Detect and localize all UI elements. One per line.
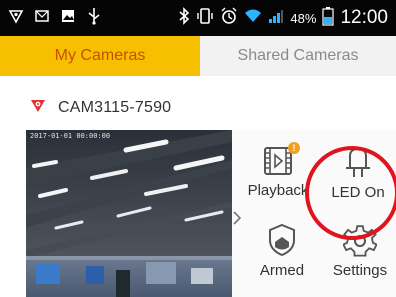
wifi-icon <box>244 8 262 29</box>
tab-my-cameras[interactable]: My Cameras <box>0 36 200 76</box>
playback-label: Playback <box>247 182 309 199</box>
live-view-image <box>26 130 232 297</box>
camera-header[interactable]: CAM3115-7590 <box>30 96 171 120</box>
armed-button[interactable]: Armed <box>250 222 314 279</box>
chevron-right-icon[interactable] <box>232 210 242 231</box>
highlight-circle <box>305 146 396 240</box>
battery-percent: 48% <box>290 10 317 26</box>
usb-icon <box>86 7 102 30</box>
status-bar: 48% 12:00 <box>0 0 396 36</box>
armed-label: Armed <box>259 262 305 279</box>
video-timestamp: 2017-01-01 00:00:00 <box>30 132 111 140</box>
signal-icon <box>268 8 284 29</box>
camera-tabs: My Cameras Shared Cameras <box>0 36 396 76</box>
battery-icon <box>322 6 335 31</box>
alarm-icon <box>220 7 238 30</box>
clock: 12:00 <box>340 7 388 28</box>
camera-icon <box>30 98 46 119</box>
settings-label: Settings <box>332 262 388 279</box>
bluetooth-icon <box>178 6 190 30</box>
shield-icon <box>8 8 24 29</box>
playback-button[interactable]: ! Playback <box>246 142 310 199</box>
vibrate-icon <box>196 7 214 30</box>
playback-alert-badge: ! <box>288 142 300 154</box>
playback-icon: ! <box>262 142 300 178</box>
camera-name: CAM3115-7590 <box>58 99 172 116</box>
shield-icon <box>266 222 298 258</box>
mail-icon <box>34 8 50 29</box>
camera-live-view[interactable]: 2017-01-01 00:00:00 <box>26 130 232 297</box>
image-icon <box>60 8 76 29</box>
tab-shared-cameras[interactable]: Shared Cameras <box>200 36 396 76</box>
